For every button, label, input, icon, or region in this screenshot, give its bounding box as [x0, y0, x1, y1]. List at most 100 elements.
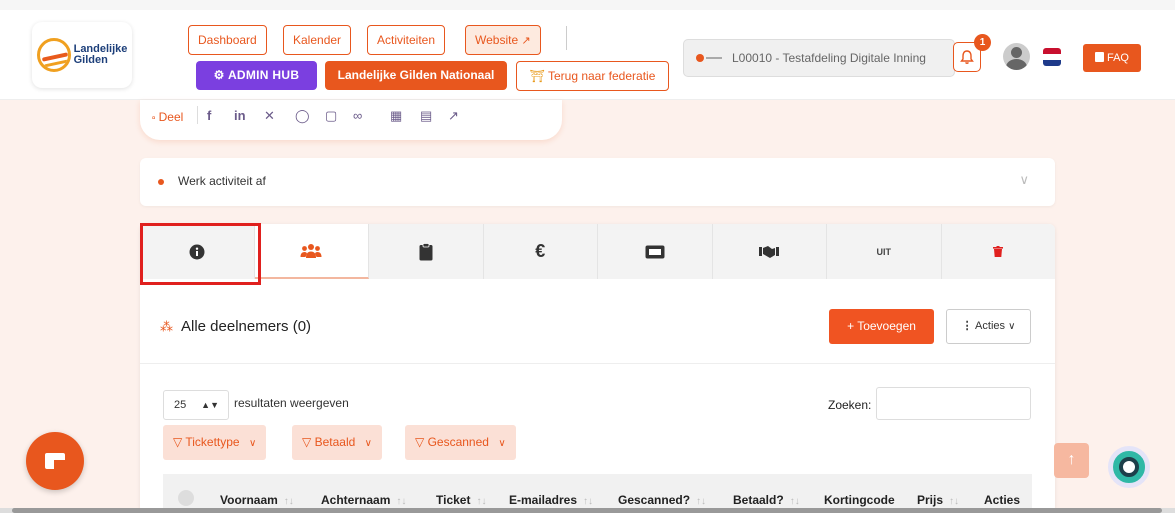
logo-text: Landelijke Gilden [74, 44, 128, 66]
arrow-up-icon: ↑ [1067, 451, 1076, 468]
search-input[interactable] [876, 387, 1031, 420]
chat-fab-button[interactable] [26, 432, 84, 490]
werk-activiteit-af-accordion[interactable]: Werk activiteit af ∨ [140, 158, 1055, 206]
card-divider [140, 363, 1055, 364]
acties-label: Acties [975, 320, 1006, 332]
tab-clipboard[interactable] [369, 224, 484, 279]
page-length-label: resultaten weergeven [234, 396, 349, 410]
scroll-to-top-button[interactable]: ↑ [1054, 443, 1089, 478]
top-header: Landelijke Gilden Dashboard Kalender Act… [0, 0, 1175, 100]
ticket-icon [645, 245, 665, 258]
page-length-select[interactable]: 25 ▲▼ [163, 390, 229, 420]
column-header[interactable]: Betaald? ↑↓ [733, 493, 800, 507]
clipboard-icon [419, 242, 433, 260]
external-link-icon: ↗ [521, 35, 531, 47]
column-label: Betaald? [733, 493, 784, 507]
book-icon [1094, 52, 1104, 62]
participants-title: Alle deelnemers (0) [181, 318, 312, 335]
open-external-icon[interactable]: ↗ [448, 108, 459, 124]
help-assistant-button[interactable] [1108, 446, 1150, 488]
nav-kalender-button[interactable]: Kalender [283, 25, 352, 55]
language-flag-nl[interactable] [1043, 48, 1061, 66]
scrollbar-thumb[interactable] [12, 508, 1162, 513]
user-avatar[interactable] [1003, 43, 1030, 70]
column-label: Achternaam [321, 493, 391, 507]
accordion-title: Werk activiteit af [178, 174, 266, 188]
whatsapp-icon[interactable]: ◯ [295, 108, 310, 124]
filter-gescanned-label: Gescanned [427, 435, 489, 449]
column-header[interactable]: Achternaam ↑↓ [321, 493, 406, 507]
chevron-down-icon: ∨ [1019, 172, 1029, 187]
link-icon[interactable]: ∞ [353, 108, 362, 123]
sort-icon: ↑↓ [396, 496, 407, 507]
qr-code-icon[interactable]: ▦ [390, 108, 402, 124]
tab-tickets[interactable] [598, 224, 713, 279]
bell-icon [960, 49, 974, 64]
column-header[interactable]: Ticket ↑↓ [436, 493, 486, 507]
column-label: Gescanned? [618, 493, 691, 507]
share-button[interactable]: ⬞ Deel [152, 110, 183, 125]
acties-dropdown-button[interactable]: ⋮ Acties ∨ [946, 309, 1031, 344]
admin-hub-button[interactable]: ⚙ ADMIN HUB [196, 61, 317, 90]
tab-uit[interactable]: UIT [827, 224, 942, 279]
faq-button[interactable]: FAQ [1083, 44, 1141, 72]
column-header[interactable]: E-mailadres ↑↓ [509, 493, 593, 507]
nav-dashboard-button[interactable]: Dashboard [188, 25, 267, 55]
handshake-icon [759, 245, 780, 258]
column-header[interactable]: Voornaam ↑↓ [220, 493, 294, 507]
column-label: E-mailadres [509, 493, 578, 507]
sort-icon: ↑↓ [696, 496, 707, 507]
column-header[interactable]: Gescanned? ↑↓ [618, 493, 706, 507]
column-label: Acties [984, 493, 1021, 507]
participants-card: € UIT ⁂ Alle deelnemers (0) + Toevoegen … [140, 224, 1055, 513]
organisation-selector[interactable]: L00010 - Testafdeling Digitale Inning [683, 39, 955, 77]
column-label: Ticket [436, 493, 471, 507]
tab-partners[interactable] [713, 224, 827, 279]
column-header[interactable]: Prijs ↑↓ [917, 493, 959, 507]
column-label: Voornaam [220, 493, 278, 507]
logo[interactable]: Landelijke Gilden [32, 22, 132, 88]
linkedin-icon[interactable]: in [234, 108, 246, 123]
nav-website-label: Website [475, 33, 519, 47]
tab-delete[interactable] [942, 224, 1056, 279]
embed-icon[interactable]: ▤ [420, 108, 432, 124]
bullet-dot [158, 179, 164, 185]
nav-activiteiten-button[interactable]: Activiteiten [367, 25, 446, 55]
filter-betaald-button[interactable]: ▽ Betaald ∨ [292, 425, 382, 460]
faq-label: FAQ [1106, 52, 1129, 64]
terug-label: Terug naar federatie [547, 69, 656, 83]
nationaal-button[interactable]: Landelijke Gilden Nationaal [325, 61, 507, 90]
admin-hub-label: ADMIN HUB [227, 68, 300, 82]
facebook-icon[interactable]: f [207, 108, 211, 123]
filter-tickettype-button[interactable]: ▽ Tickettype ∨ [163, 425, 267, 460]
horizontal-scrollbar[interactable] [0, 508, 1175, 513]
notification-count-badge: 1 [974, 34, 991, 51]
select-all-checkbox[interactable] [178, 490, 194, 506]
add-participant-button[interactable]: + Toevoegen [829, 309, 934, 344]
filter-betaald-label: Betaald [314, 435, 356, 449]
column-header[interactable]: Kortingcode [824, 493, 895, 507]
sort-arrows-icon: ▲▼ [201, 400, 219, 410]
org-logo-icon [696, 54, 722, 62]
column-header: Acties [984, 493, 1020, 507]
nav-website-button[interactable]: Website ↗ [465, 25, 541, 55]
tab-payments[interactable]: € [484, 224, 598, 279]
instagram-icon[interactable]: ▢ [325, 108, 337, 124]
logo-icon [36, 38, 71, 72]
tab-participants[interactable] [254, 224, 369, 279]
share-icon: ⬞ [152, 110, 156, 124]
people-tree-icon: ⁂ [160, 318, 173, 334]
chevron-down-icon: ∨ [364, 438, 372, 449]
filter-gescanned-button[interactable]: ▽ Gescanned ∨ [405, 425, 516, 460]
chevron-down-icon: ∨ [498, 438, 506, 449]
message-icon [45, 453, 65, 469]
x-twitter-icon[interactable]: ✕ [264, 108, 275, 124]
uit-icon: UIT [876, 246, 892, 257]
column-label: Kortingcode [824, 493, 895, 507]
filter-tickettype-label: Tickettype [185, 435, 240, 449]
sort-icon: ↑↓ [283, 496, 294, 507]
share-label: Deel [158, 110, 184, 124]
terug-federatie-button[interactable]: ⛩ Terug naar federatie [516, 61, 669, 91]
header-topline [0, 0, 1175, 10]
tab-info[interactable] [140, 224, 255, 279]
